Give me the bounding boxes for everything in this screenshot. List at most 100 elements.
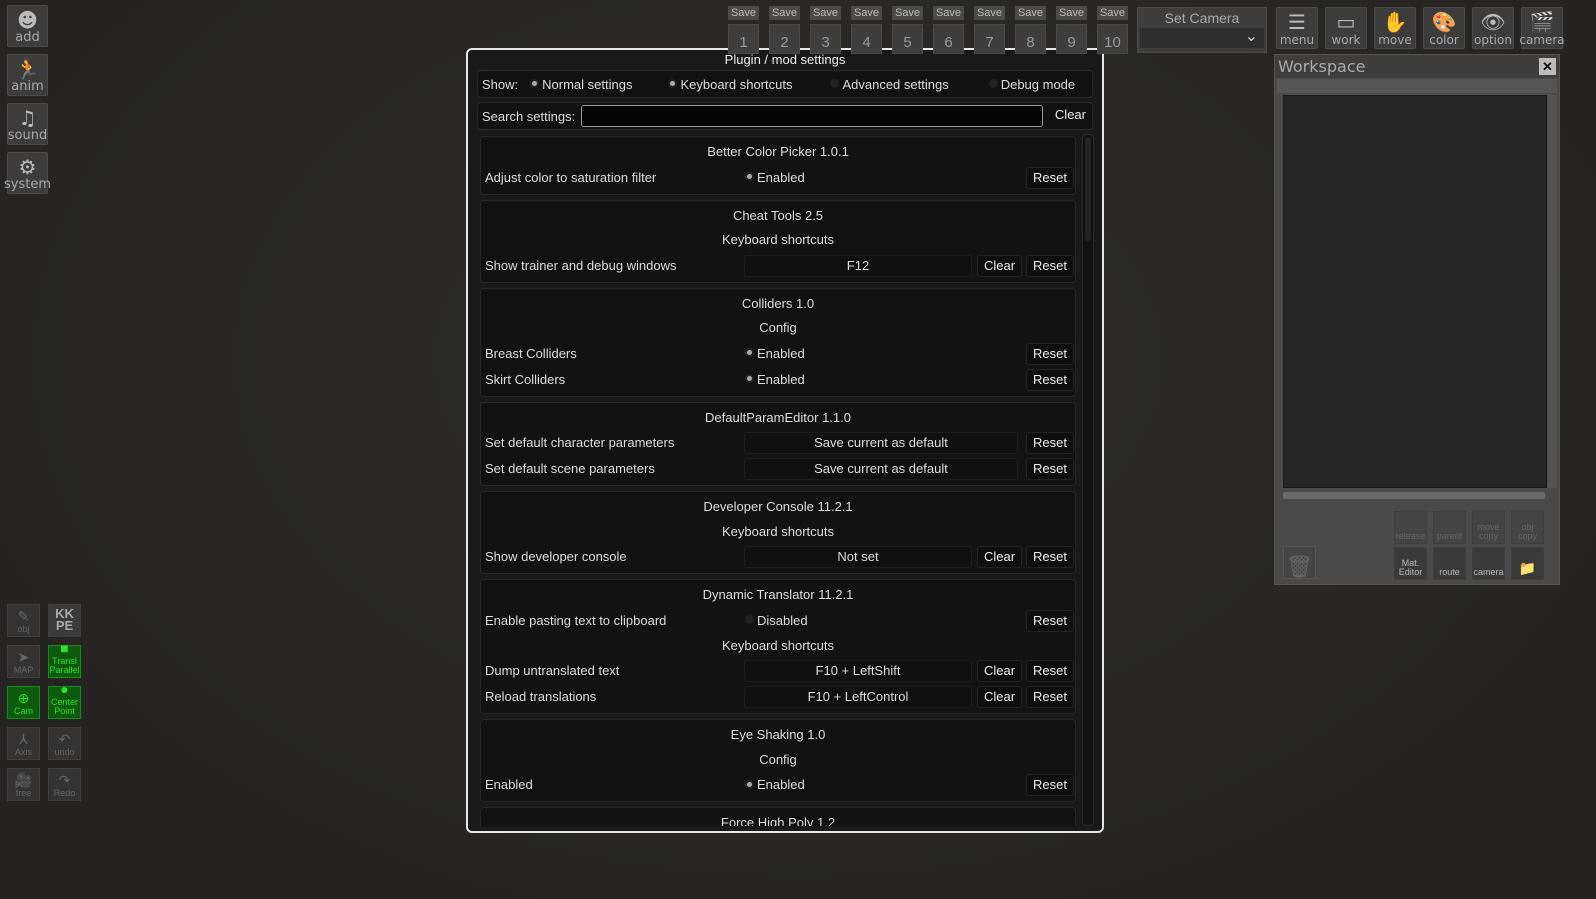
set-camera-dropdown[interactable]: Set Camera ⌄ <box>1137 7 1267 53</box>
show-option-normal-settings[interactable]: Normal settings <box>530 77 632 92</box>
tool-anim[interactable]: 🏃 anim <box>7 54 48 96</box>
workspace-release-button[interactable]: release <box>1394 511 1427 544</box>
load-slot-button[interactable]: 7 <box>974 24 1005 54</box>
shortcut-field[interactable]: F12 <box>744 254 972 277</box>
save-slot-button[interactable]: Save <box>974 6 1005 20</box>
setting-toggle[interactable]: Disabled <box>745 608 808 634</box>
reset-button[interactable]: Reset <box>1026 432 1074 454</box>
shortcut-field[interactable]: Not set <box>744 546 972 568</box>
clear-button[interactable]: Clear <box>977 546 1023 568</box>
tool-system[interactable]: ⚙ system <box>4 152 51 194</box>
workspace-vscrollbar[interactable] <box>1548 95 1557 488</box>
reset-button[interactable]: Reset <box>1026 166 1074 189</box>
tool-kk-pe[interactable]: KK PE <box>48 604 81 637</box>
setting-row: Skirt Colliders Enabled Reset <box>481 367 1075 393</box>
tool-work[interactable]: ▭ work <box>1325 7 1367 49</box>
tool-sound[interactable]: ♫ sound <box>7 103 48 145</box>
workspace-mat-editor-button[interactable]: Mat. Editor <box>1394 547 1427 580</box>
clear-button[interactable]: Clear <box>977 686 1023 708</box>
tool-option[interactable]: 👁 option <box>1472 7 1514 49</box>
shortcut-field[interactable]: F10 + LeftControl <box>744 686 972 708</box>
tool-menu[interactable]: ☰ menu <box>1276 7 1318 49</box>
delete-button[interactable]: 🗑 <box>1283 546 1316 579</box>
setting-toggle[interactable]: Enabled <box>745 772 805 798</box>
setting-row: Enable pasting text to clipboard Disabled… <box>481 608 1075 634</box>
workspace-folder-button[interactable]: 📁 <box>1511 547 1544 580</box>
tool-add[interactable]: ☻ add <box>7 5 48 47</box>
load-slot-button[interactable]: 8 <box>1015 24 1046 54</box>
tool-axis[interactable]: ⅄ Axis <box>7 727 40 760</box>
show-filter-bar: Show: Normal settings Keyboard shortcuts A… <box>477 70 1093 98</box>
reset-button[interactable]: Reset <box>1026 368 1074 391</box>
tool-cam[interactable]: ⊕ Cam <box>7 686 40 719</box>
reset-button[interactable]: Reset <box>1026 546 1074 568</box>
setting-toggle[interactable]: Enabled <box>745 165 805 191</box>
reset-button[interactable]: Reset <box>1026 660 1074 682</box>
save-slot-button[interactable]: Save <box>933 6 964 20</box>
setting-row: Dump untranslated text F10 + LeftShift Cle… <box>481 658 1075 684</box>
category-header: Config <box>759 320 797 335</box>
save-slot-button[interactable]: Save <box>1056 6 1087 20</box>
reset-button[interactable]: Reset <box>1026 458 1074 480</box>
workspace-hscrollbar[interactable] <box>1283 492 1545 499</box>
set-camera-select[interactable]: ⌄ <box>1140 28 1264 48</box>
workspace-route-button[interactable]: route <box>1433 547 1466 580</box>
tool-free[interactable]: 🎥 free <box>7 768 40 801</box>
tool-redo[interactable]: ↷ Redo <box>48 768 81 801</box>
tool-camera[interactable]: 🎬 camera <box>1519 7 1565 49</box>
save-slot-button[interactable]: Save <box>810 6 841 20</box>
load-slot-button[interactable]: 10 <box>1097 24 1128 54</box>
save-slot-button[interactable]: Save <box>1097 6 1128 20</box>
settings-scrollbar[interactable] <box>1082 134 1094 826</box>
search-input[interactable] <box>581 105 1043 127</box>
search-clear-button[interactable]: Clear <box>1049 105 1092 127</box>
setting-row: Set default scene parameters Save current… <box>481 456 1075 482</box>
workspace-camera-button[interactable]: camera <box>1472 547 1505 580</box>
load-slot-button[interactable]: 1 <box>728 24 759 54</box>
load-slot-button[interactable]: 2 <box>769 24 800 54</box>
load-slot-button[interactable]: 3 <box>810 24 841 54</box>
shortcut-field[interactable]: F10 + LeftShift <box>744 660 972 682</box>
load-slot-button[interactable]: 6 <box>933 24 964 54</box>
save-slot-button[interactable]: Save <box>769 6 800 20</box>
save-slot-button[interactable]: Save <box>1015 6 1046 20</box>
load-slot-button[interactable]: 4 <box>851 24 882 54</box>
save-default-button[interactable]: Save current as default <box>744 432 1018 454</box>
tool-move[interactable]: ✋ move <box>1374 7 1416 49</box>
workspace-tree[interactable] <box>1283 95 1547 488</box>
tool-center-point[interactable]: ● Center Point <box>48 681 81 719</box>
setting-label: Set default scene parameters <box>485 461 655 476</box>
reset-button[interactable]: Reset <box>1026 609 1074 632</box>
workspace-move-copy-button[interactable]: move copy <box>1472 511 1505 544</box>
workspace-obj-copy-button[interactable]: obj copy <box>1511 511 1544 544</box>
tool-obj[interactable]: ✎ obj <box>7 604 40 637</box>
show-option-keyboard-shortcuts[interactable]: Keyboard shortcuts <box>668 77 792 92</box>
tool-color[interactable]: 🎨 color <box>1423 7 1465 49</box>
show-option-debug-mode[interactable]: Debug mode <box>988 77 1075 92</box>
save-default-button[interactable]: Save current as default <box>744 458 1018 480</box>
setting-toggle[interactable]: Enabled <box>745 367 805 393</box>
load-slot-button[interactable]: 5 <box>892 24 923 54</box>
reset-button[interactable]: Reset <box>1026 774 1074 796</box>
tool-map[interactable]: ➤ MAP <box>7 645 40 678</box>
reset-button[interactable]: Reset <box>1026 342 1074 365</box>
setting-toggle[interactable]: Enabled <box>745 341 805 367</box>
clapperboard-icon: 🎬 <box>1529 10 1555 34</box>
show-option-advanced-settings[interactable]: Advanced settings <box>830 77 949 92</box>
clear-button[interactable]: Clear <box>977 254 1023 277</box>
clear-button[interactable]: Clear <box>977 660 1023 682</box>
save-slot-button[interactable]: Save <box>892 6 923 20</box>
reset-button[interactable]: Reset <box>1026 686 1074 708</box>
reset-button[interactable]: Reset <box>1026 254 1074 277</box>
save-slot-button[interactable]: Save <box>728 6 759 20</box>
close-icon[interactable]: ✕ <box>1539 58 1556 75</box>
workspace-parent-button[interactable]: parent <box>1433 511 1466 544</box>
tool-undo[interactable]: ↶ undo <box>48 727 81 760</box>
save-slot-button[interactable]: Save <box>851 6 882 20</box>
button-label: obj copy <box>1517 522 1537 541</box>
scrollbar-thumb[interactable] <box>1085 137 1091 241</box>
tool-transl-parallel[interactable]: ■ Transl Parallel <box>48 640 81 678</box>
load-slot-button[interactable]: 9 <box>1056 24 1087 54</box>
tool-label: obj <box>17 624 30 634</box>
clapperboard-icon: 1 <box>739 34 748 51</box>
